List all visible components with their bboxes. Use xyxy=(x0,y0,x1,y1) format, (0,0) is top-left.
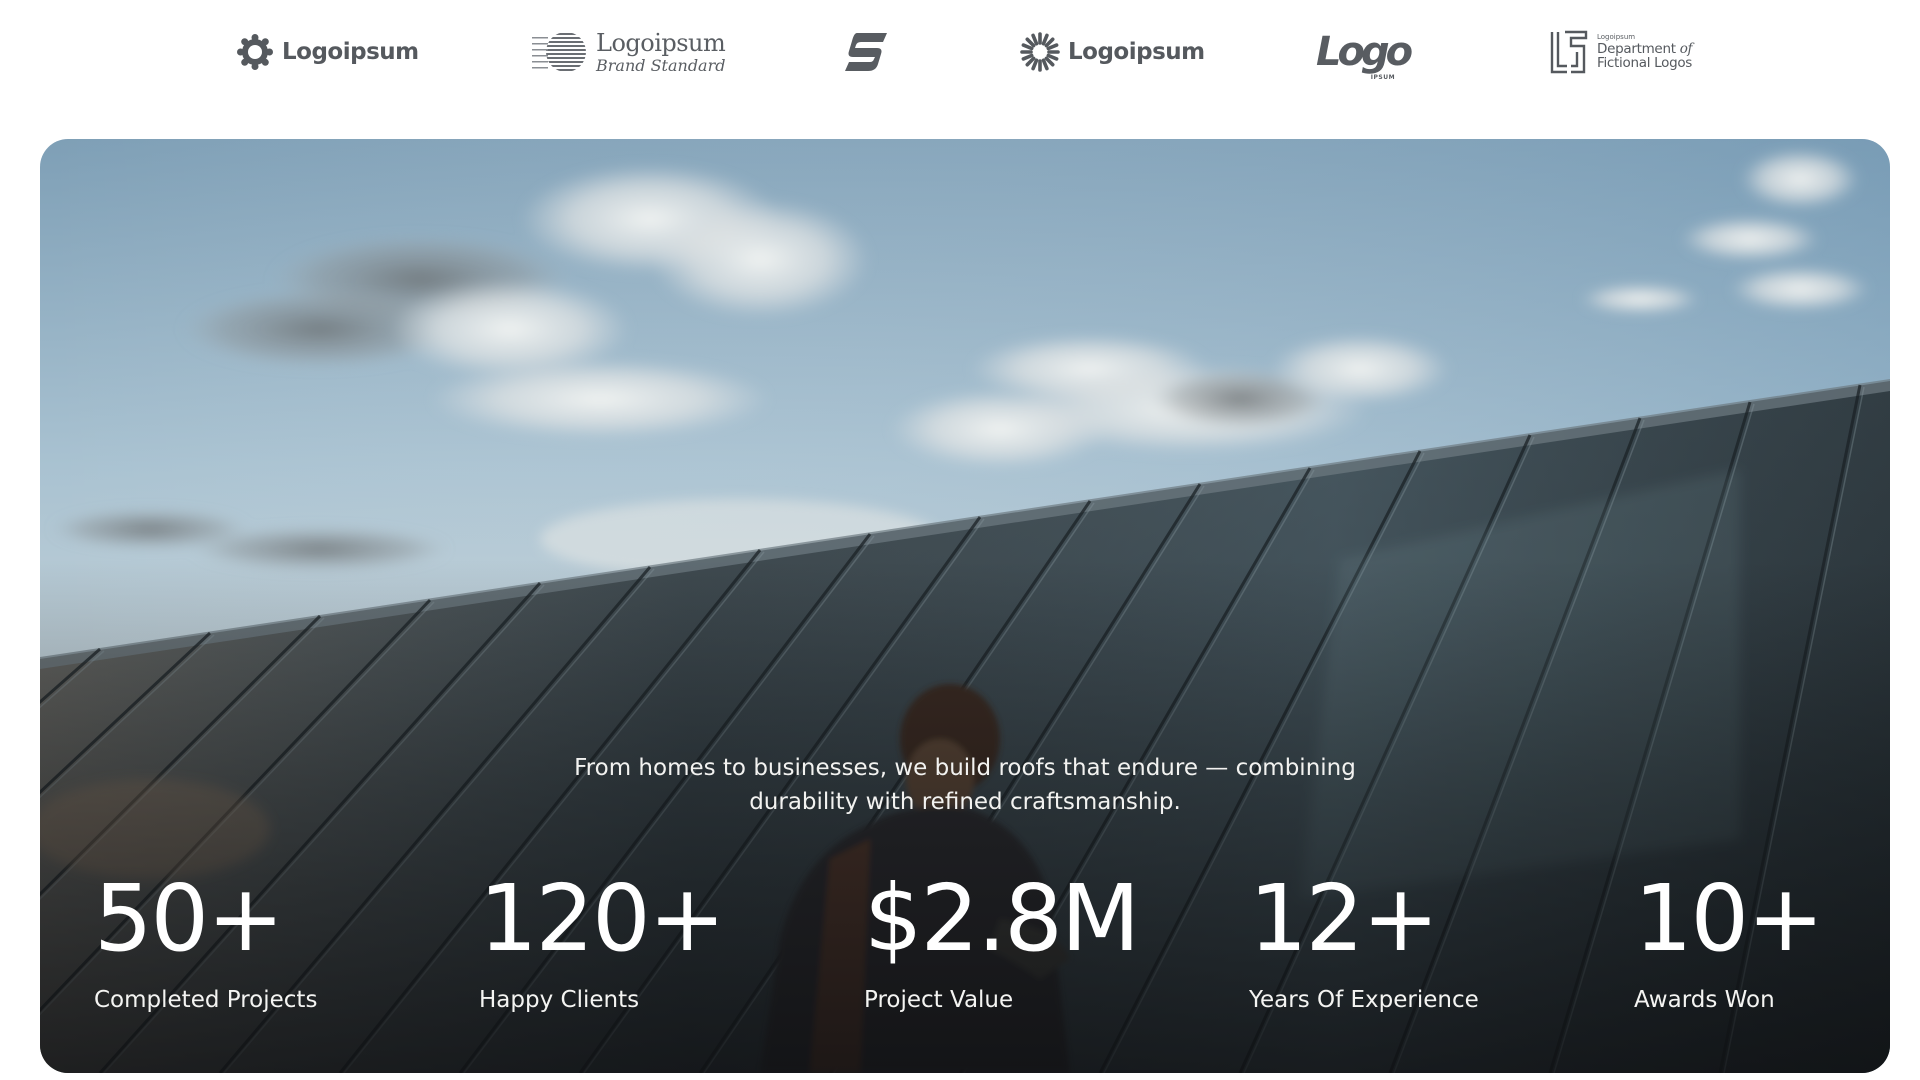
logo-6-line1: Department of xyxy=(1597,41,1693,56)
stats-row: 50+ Completed Projects 120+ Happy Client… xyxy=(40,869,1890,1029)
partner-logo-1: Logoipsum xyxy=(236,22,419,82)
s-mark-icon xyxy=(845,33,887,71)
logo-strip: Logoipsum Logoipsum Brand Standard Logoi… xyxy=(0,0,1920,106)
partner-logo-4: Logoipsum xyxy=(1020,22,1205,82)
striped-circle-icon xyxy=(532,33,586,71)
stat-label: Awards Won xyxy=(1634,987,1775,1013)
sunburst-icon xyxy=(1020,32,1060,72)
partner-logo-5: Logo IPSUM xyxy=(1316,22,1413,82)
hero-banner: From homes to businesses, we build roofs… xyxy=(40,139,1890,1073)
stat-label: Happy Clients xyxy=(479,987,640,1013)
sun-gear-icon xyxy=(237,34,273,70)
stat-value: 10+ xyxy=(1634,865,1824,972)
stat-label: Years Of Experience xyxy=(1249,987,1479,1013)
stat-value: $2.8M xyxy=(864,865,1140,972)
logo-2-subtext: Brand Standard xyxy=(596,55,726,75)
logo-1-text: Logoipsum xyxy=(282,39,419,65)
tagline-line-2: durability with refined craftsmanship. xyxy=(749,789,1181,815)
partner-logo-6: Logoipsum Department of Fictional Logos xyxy=(1549,22,1693,82)
logo-5-text: Logo xyxy=(1316,29,1413,75)
logo-5-subtext: IPSUM xyxy=(1370,74,1396,81)
tagline-line-1: From homes to businesses, we build roofs… xyxy=(574,755,1356,781)
stat-project-value: $2.8M Project Value xyxy=(864,865,1140,1014)
partner-logo-2: Logoipsum Brand Standard xyxy=(532,22,726,82)
stat-value: 120+ xyxy=(479,865,726,972)
hero-tagline: From homes to businesses, we build roofs… xyxy=(40,751,1890,819)
fl-monogram-icon xyxy=(1550,30,1588,74)
stat-awards-won: 10+ Awards Won xyxy=(1634,865,1824,1014)
partner-logo-3 xyxy=(843,22,889,82)
italic-wordmark-icon: Logo IPSUM xyxy=(1316,29,1413,81)
stat-label: Completed Projects xyxy=(94,987,318,1013)
stat-completed-projects: 50+ Completed Projects xyxy=(94,865,318,1014)
stat-years-experience: 12+ Years Of Experience xyxy=(1249,865,1479,1014)
stat-label: Project Value xyxy=(864,987,1014,1013)
logo-6-line2: Fictional Logos xyxy=(1597,54,1693,71)
stat-value: 12+ xyxy=(1249,865,1439,972)
logo-2-text: Logoipsum xyxy=(596,28,726,57)
stat-happy-clients: 120+ Happy Clients xyxy=(479,865,726,1014)
logo-4-text: Logoipsum xyxy=(1068,39,1205,65)
stat-value: 50+ xyxy=(94,865,284,972)
